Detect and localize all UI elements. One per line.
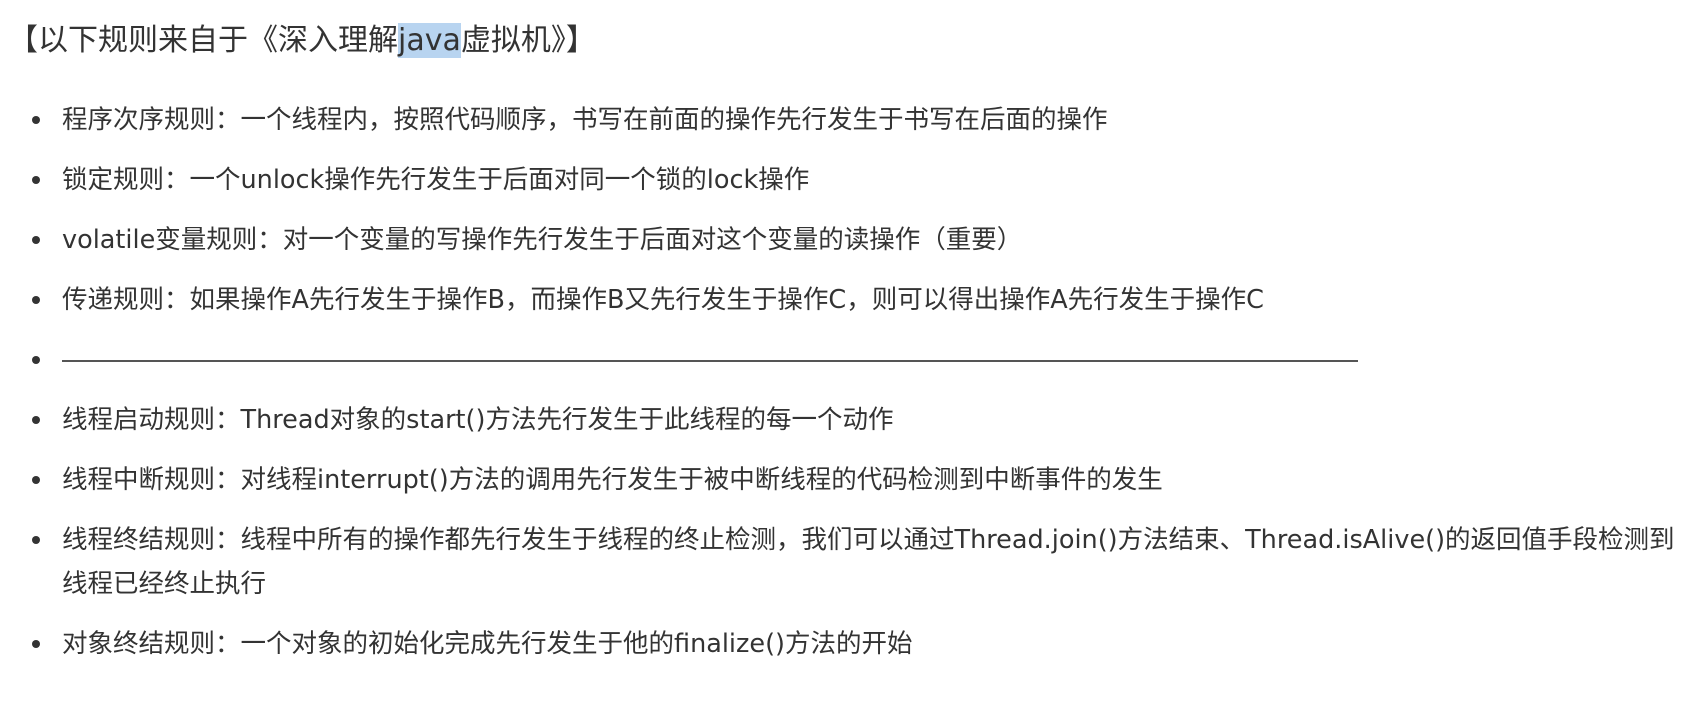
rules-list: 程序次序规则：一个线程内，按照代码顺序，书写在前面的操作先行发生于书写在后面的操… (0, 98, 1702, 682)
heading: 【以下规则来自于《深入理解java虚拟机》】 (8, 16, 596, 66)
heading-highlighted-text[interactable]: java (398, 23, 461, 58)
heading-suffix: 虚拟机》】 (460, 23, 596, 58)
document: 【以下规则来自于《深入理解java虚拟机》】 程序次序规则：一个线程内，按照代码… (0, 0, 1702, 714)
list-item-object-finalization-rule: 对象终结规则：一个对象的初始化完成先行发生于他的finalize()方法的开始 (0, 622, 1702, 666)
list-item-lock-rule: 锁定规则：一个unlock操作先行发生于后面对同一个锁的lock操作 (0, 158, 1702, 202)
heading-prefix: 【以下规则来自于《深入理解 (8, 23, 398, 58)
list-item-program-order-rule: 程序次序规则：一个线程内，按照代码顺序，书写在前面的操作先行发生于书写在后面的操… (0, 98, 1702, 142)
divider-line (62, 338, 1682, 382)
list-item-transitivity-rule: 传递规则：如果操作A先行发生于操作B，而操作B又先行发生于操作C，则可以得出操作… (0, 278, 1702, 322)
list-item-volatile-rule: volatile变量规则：对一个变量的写操作先行发生于后面对这个变量的读操作（重… (0, 218, 1702, 262)
horizontal-rule (62, 360, 1358, 362)
list-item-thread-start-rule: 线程启动规则：Thread对象的start()方法先行发生于此线程的每一个动作 (0, 398, 1702, 442)
list-item-thread-interrupt-rule: 线程中断规则：对线程interrupt()方法的调用先行发生于被中断线程的代码检… (0, 458, 1702, 502)
list-item-thread-termination-rule: 线程终结规则：线程中所有的操作都先行发生于线程的终止检测，我们可以通过Threa… (0, 518, 1702, 606)
list-item-divider (0, 338, 1702, 382)
